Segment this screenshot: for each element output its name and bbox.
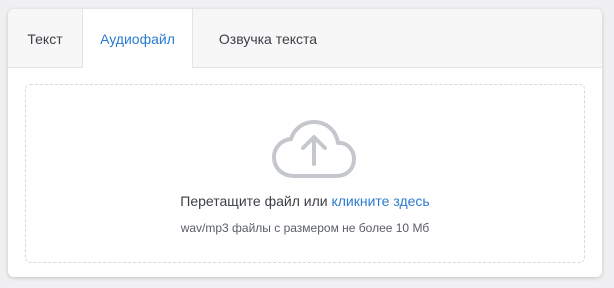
upload-card: Текст Аудиофайл Озвучка текста Перетащит… [8,9,602,277]
file-dropzone[interactable]: Перетащите файл или кликните здесь wav/m… [25,84,585,263]
cloud-upload-icon [272,120,356,178]
tab-audio-file[interactable]: Аудиофайл [82,9,193,68]
tab-bar: Текст Аудиофайл Озвучка текста [8,9,602,68]
file-requirements-hint: wav/mp3 файлы с размером не более 10 Мб [180,221,430,235]
dropzone-prompt-text: Перетащите файл или [180,193,328,209]
browse-file-link[interactable]: кликните здесь [331,193,429,209]
dropzone-prompt: Перетащите файл или кликните здесь [26,193,584,209]
tab-text-to-speech[interactable]: Озвучка текста [193,9,343,67]
tab-text[interactable]: Текст [8,9,82,67]
